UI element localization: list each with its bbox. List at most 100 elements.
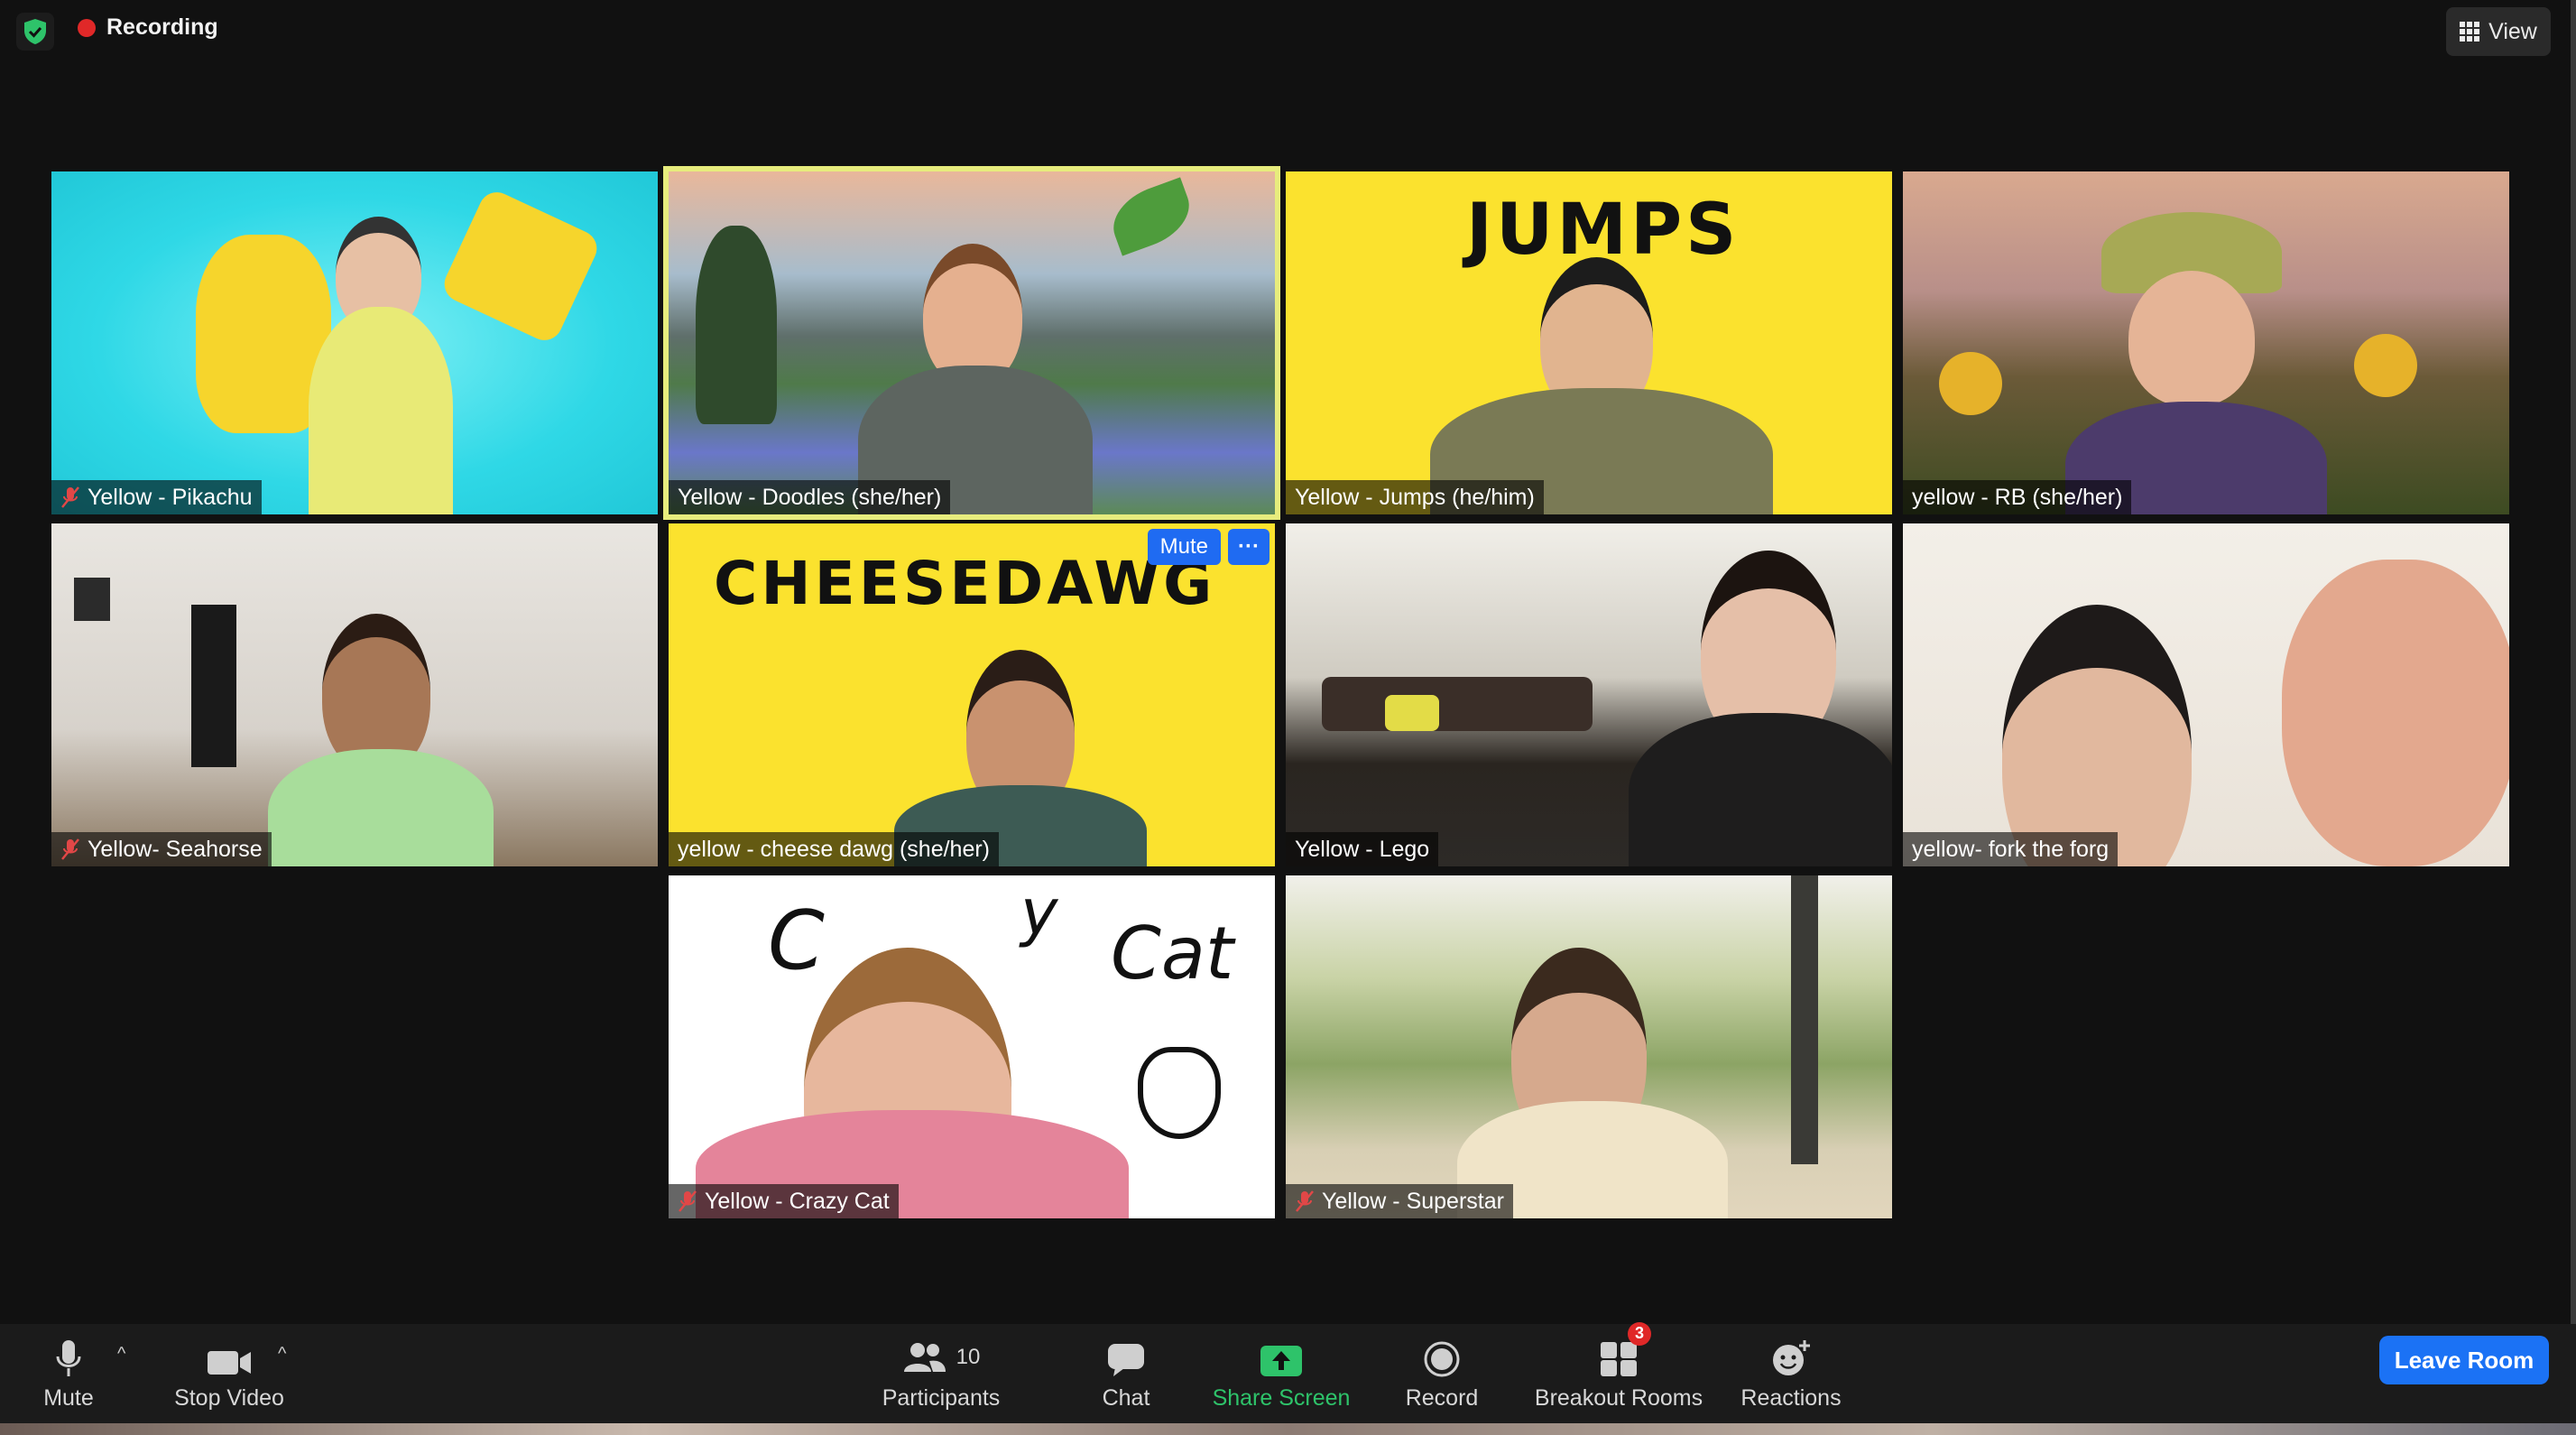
breakout-rooms-button[interactable]: 3 Breakout Rooms bbox=[1530, 1321, 1707, 1423]
breakout-rooms-badge: 3 bbox=[1628, 1321, 1651, 1346]
window-edge bbox=[2571, 0, 2576, 1327]
breakout-rooms-label: Breakout Rooms bbox=[1534, 1384, 1703, 1411]
video-feed bbox=[1903, 523, 2509, 866]
stop-video-button[interactable]: Stop Video bbox=[168, 1324, 291, 1423]
background-text: CHEESEDAWG bbox=[714, 549, 1216, 618]
share-screen-icon bbox=[1259, 1337, 1304, 1378]
video-tile-lego[interactable]: Yellow - Lego bbox=[1286, 523, 1892, 866]
name-tag: Yellow - Superstar bbox=[1286, 1184, 1513, 1218]
hand-closeup bbox=[2282, 560, 2509, 866]
chat-button[interactable]: Chat bbox=[1083, 1324, 1169, 1423]
cushion bbox=[1385, 695, 1439, 731]
share-screen-button[interactable]: Share Screen bbox=[1205, 1324, 1357, 1423]
video-feed bbox=[1286, 875, 1892, 1218]
stop-video-label: Stop Video bbox=[174, 1384, 284, 1411]
record-icon bbox=[1423, 1337, 1461, 1378]
recording-label: Recording bbox=[106, 14, 218, 40]
reactions-button[interactable]: Reactions bbox=[1734, 1324, 1848, 1423]
breakout-rooms-icon: 3 bbox=[1599, 1321, 1651, 1378]
participant-body bbox=[309, 307, 453, 514]
more-options-button[interactable]: ··· bbox=[1228, 529, 1270, 565]
muted-mic-icon bbox=[679, 1190, 697, 1212]
audio-options-caret[interactable]: ^ bbox=[117, 1344, 125, 1365]
background-text: Cat bbox=[1111, 912, 1234, 995]
chat-bubble-icon bbox=[1106, 1337, 1146, 1378]
participant-body bbox=[1629, 713, 1892, 866]
mute-participant-button[interactable]: Mute bbox=[1147, 529, 1221, 565]
security-shield-icon[interactable] bbox=[16, 13, 54, 51]
recording-indicator[interactable]: Recording bbox=[78, 14, 218, 41]
wall-frame bbox=[74, 578, 110, 621]
share-screen-label: Share Screen bbox=[1212, 1384, 1351, 1411]
name-tag: Yellow - Crazy Cat bbox=[669, 1184, 899, 1218]
video-feed: JUMPS bbox=[1286, 171, 1892, 514]
video-feed: CHEESEDAWG bbox=[669, 523, 1275, 866]
mute-button[interactable]: Mute bbox=[25, 1324, 112, 1423]
chat-label: Chat bbox=[1102, 1384, 1150, 1411]
name-tag: Yellow- Seahorse bbox=[51, 832, 272, 866]
doorway bbox=[191, 605, 236, 767]
microphone-icon bbox=[53, 1337, 84, 1378]
name-tag: Yellow - Jumps (he/him) bbox=[1286, 480, 1544, 514]
video-tile-fork-the-forg[interactable]: yellow- fork the forg bbox=[1903, 523, 2509, 866]
sunflower bbox=[1939, 352, 2002, 415]
top-bar: Recording View bbox=[0, 0, 2576, 63]
cat-doodle-icon bbox=[1138, 1047, 1221, 1139]
video-feed bbox=[51, 171, 658, 514]
record-label: Record bbox=[1405, 1384, 1479, 1411]
grid-view-icon bbox=[2460, 22, 2480, 42]
video-feed bbox=[51, 523, 658, 866]
name-tag: yellow - RB (she/her) bbox=[1903, 480, 2132, 514]
recording-dot-icon bbox=[78, 18, 96, 37]
participant-name: Yellow - Jumps (he/him) bbox=[1295, 484, 1535, 510]
video-feed: C y Cat bbox=[669, 875, 1275, 1218]
pikachu-tail bbox=[439, 186, 603, 347]
participant-name: Yellow - Doodles (she/her) bbox=[678, 484, 942, 510]
video-tile-seahorse[interactable]: Yellow- Seahorse bbox=[51, 523, 658, 866]
video-tile-cheese-dawg[interactable]: CHEESEDAWG Mute ··· yellow - cheese dawg… bbox=[669, 523, 1275, 866]
video-feed bbox=[1286, 523, 1892, 866]
video-tile-doodles[interactable]: Yellow - Doodles (she/her) bbox=[663, 166, 1280, 520]
video-tile-rb[interactable]: yellow - RB (she/her) bbox=[1903, 171, 2509, 514]
leaf-decoration bbox=[1103, 177, 1199, 256]
name-tag: yellow - cheese dawg (she/her) bbox=[669, 832, 999, 866]
view-button[interactable]: View bbox=[2446, 7, 2551, 56]
reactions-label: Reactions bbox=[1740, 1384, 1842, 1411]
background-text: y bbox=[1020, 875, 1058, 949]
participant-face bbox=[923, 244, 1022, 385]
participant-name: Yellow- Seahorse bbox=[88, 836, 263, 862]
name-tag: Yellow - Pikachu bbox=[51, 480, 262, 514]
video-feed bbox=[669, 171, 1275, 514]
video-options-caret[interactable]: ^ bbox=[278, 1344, 286, 1365]
participants-button[interactable]: 10 Participants bbox=[873, 1324, 1009, 1423]
video-tile-pikachu[interactable]: Yellow - Pikachu bbox=[51, 171, 658, 514]
meeting-toolbar: Mute ^ Stop Video ^ 10 Participants Chat… bbox=[0, 1321, 2576, 1423]
participant-name: Yellow - Lego bbox=[1295, 836, 1430, 862]
participant-name: yellow- fork the forg bbox=[1912, 836, 2110, 862]
record-button[interactable]: Record bbox=[1395, 1324, 1489, 1423]
participant-body bbox=[268, 749, 494, 866]
participants-icon: 10 bbox=[902, 1337, 980, 1378]
participant-face bbox=[2002, 605, 2192, 866]
video-tile-crazy-cat[interactable]: C y Cat Yellow - Crazy Cat bbox=[669, 875, 1275, 1218]
participant-name: yellow - cheese dawg (she/her) bbox=[678, 836, 990, 862]
tree-shape bbox=[696, 226, 777, 424]
name-tag: Yellow - Doodles (she/her) bbox=[669, 480, 951, 514]
name-tag: yellow- fork the forg bbox=[1903, 832, 2119, 866]
couch bbox=[1322, 677, 1593, 731]
muted-mic-icon bbox=[1296, 1190, 1314, 1212]
participant-name: yellow - RB (she/her) bbox=[1912, 484, 2123, 510]
participant-name: Yellow - Pikachu bbox=[88, 484, 253, 510]
participant-name: Yellow - Superstar bbox=[1322, 1188, 1504, 1214]
background-text: C bbox=[768, 893, 825, 988]
video-tile-jumps[interactable]: JUMPS Yellow - Jumps (he/him) bbox=[1286, 171, 1892, 514]
muted-mic-icon bbox=[61, 838, 79, 860]
name-tag: Yellow - Lego bbox=[1286, 832, 1439, 866]
smiley-reaction-icon bbox=[1770, 1337, 1812, 1378]
muted-mic-icon bbox=[61, 486, 79, 508]
window-frame bbox=[1791, 875, 1818, 1164]
participant-name: Yellow - Crazy Cat bbox=[705, 1188, 890, 1214]
leave-room-button[interactable]: Leave Room bbox=[2379, 1336, 2549, 1384]
sunflower bbox=[2354, 334, 2417, 397]
video-tile-superstar[interactable]: Yellow - Superstar bbox=[1286, 875, 1892, 1218]
